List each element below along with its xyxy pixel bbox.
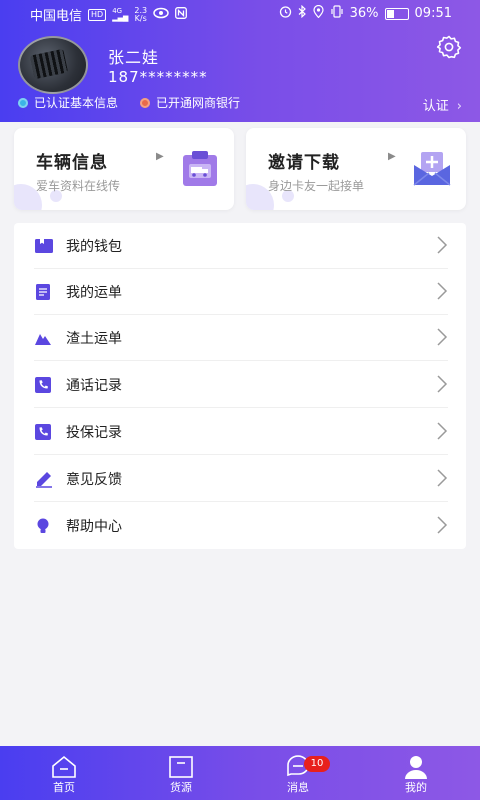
badge-verified-info: 已认证基本信息 xyxy=(18,94,118,111)
waybill-icon xyxy=(34,283,52,301)
tab-profile[interactable]: 我的 xyxy=(356,746,476,800)
menu-item-wallet[interactable]: 我的钱包 xyxy=(14,223,466,269)
muck-waybill-icon xyxy=(34,329,52,347)
status-bar: 中国电信 HD 4G ▂▄▆ 2.3 K/s 36% 09:51 xyxy=(0,0,480,26)
help-center-icon xyxy=(34,517,52,535)
invite-download-card[interactable]: 邀请下载 ▶ 身边卡友一起接单 xyxy=(246,128,466,210)
card-subtitle: 身边卡友一起接单 xyxy=(268,179,365,193)
menu-item-waybill[interactable]: 我的运单 xyxy=(14,269,466,315)
menu-item-call-record[interactable]: 通话记录 xyxy=(14,362,466,408)
menu-item-feedback[interactable]: 意见反馈 xyxy=(14,456,466,502)
user-name: 张二娃 xyxy=(108,48,160,67)
avatar[interactable] xyxy=(18,36,88,94)
bank-dot-icon xyxy=(140,97,151,108)
profile-header: 中国电信 HD 4G ▂▄▆ 2.3 K/s 36% 09:51 张二娃 187… xyxy=(0,0,480,122)
call-record-icon xyxy=(34,376,52,394)
quick-cards: 车辆信息 ▶ 爱车资料在线传 邀请下载 ▶ 身边卡友一起接单 xyxy=(14,128,466,210)
bluetooth-icon xyxy=(298,4,307,22)
play-arrow-icon: ▶ xyxy=(156,151,164,162)
chevron-right-icon xyxy=(436,515,448,535)
vehicle-document-icon xyxy=(180,150,220,188)
menu-item-insurance-record[interactable]: 投保记录 xyxy=(14,409,466,455)
invite-envelope-icon xyxy=(412,150,452,188)
menu-item-muck-waybill[interactable]: 渣土运单 xyxy=(14,315,466,361)
home-icon xyxy=(51,755,77,779)
menu-item-help-center[interactable]: 帮助中心 xyxy=(14,503,466,549)
card-title: 车辆信息 xyxy=(36,153,108,173)
chevron-right-icon: › xyxy=(456,99,462,114)
verified-dot-icon xyxy=(18,97,28,108)
badge-bank-opened: 已开通网商银行 xyxy=(140,94,240,111)
nfc-icon xyxy=(175,6,188,23)
eye-icon xyxy=(153,7,169,23)
goods-source-icon xyxy=(168,755,194,779)
chevron-right-icon xyxy=(436,374,448,394)
chevron-right-icon xyxy=(436,281,448,301)
menu-list: 我的钱包 我的运单 渣土运单 通话记录 投保记录 意见反馈 帮助中心 xyxy=(14,223,466,549)
alarm-icon xyxy=(279,5,292,22)
wallet-icon xyxy=(34,237,53,255)
chevron-right-icon xyxy=(436,468,448,488)
location-icon xyxy=(313,4,324,22)
play-arrow-icon: ▶ xyxy=(388,151,396,162)
tab-goods-source[interactable]: 货源 xyxy=(121,746,241,800)
user-phone: 187******** xyxy=(108,68,208,86)
battery-percent: 36% xyxy=(349,6,379,21)
feedback-icon xyxy=(34,470,52,488)
card-subtitle: 爱车资料在线传 xyxy=(36,179,121,193)
bottom-tab-bar: 首页 货源 10 消息 我的 xyxy=(0,746,480,800)
vehicle-info-card[interactable]: 车辆信息 ▶ 爱车资料在线传 xyxy=(14,128,234,210)
tab-message[interactable]: 10 消息 xyxy=(238,746,358,800)
card-title: 邀请下载 xyxy=(268,153,340,173)
profile-icon xyxy=(403,755,429,779)
message-count-badge: 10 xyxy=(304,756,330,772)
net-speed: 2.3 K/s xyxy=(134,5,148,23)
hd-indicator: HD xyxy=(88,8,107,21)
chevron-right-icon xyxy=(436,421,448,441)
insurance-record-icon xyxy=(34,423,52,441)
signal-icon: 4G ▂▄▆ xyxy=(112,6,129,22)
settings-gear-icon[interactable] xyxy=(436,34,462,60)
battery-icon xyxy=(384,7,409,20)
verify-link[interactable]: 认证 › xyxy=(423,95,462,114)
chevron-right-icon xyxy=(436,235,448,255)
profile-badges: 已认证基本信息 已开通网商银行 xyxy=(18,94,240,111)
status-time: 09:51 xyxy=(414,6,452,21)
vibrate-icon xyxy=(330,5,344,22)
chevron-right-icon xyxy=(436,327,448,347)
tab-home[interactable]: 首页 xyxy=(4,746,124,800)
carrier-name: 中国电信 xyxy=(30,9,83,24)
